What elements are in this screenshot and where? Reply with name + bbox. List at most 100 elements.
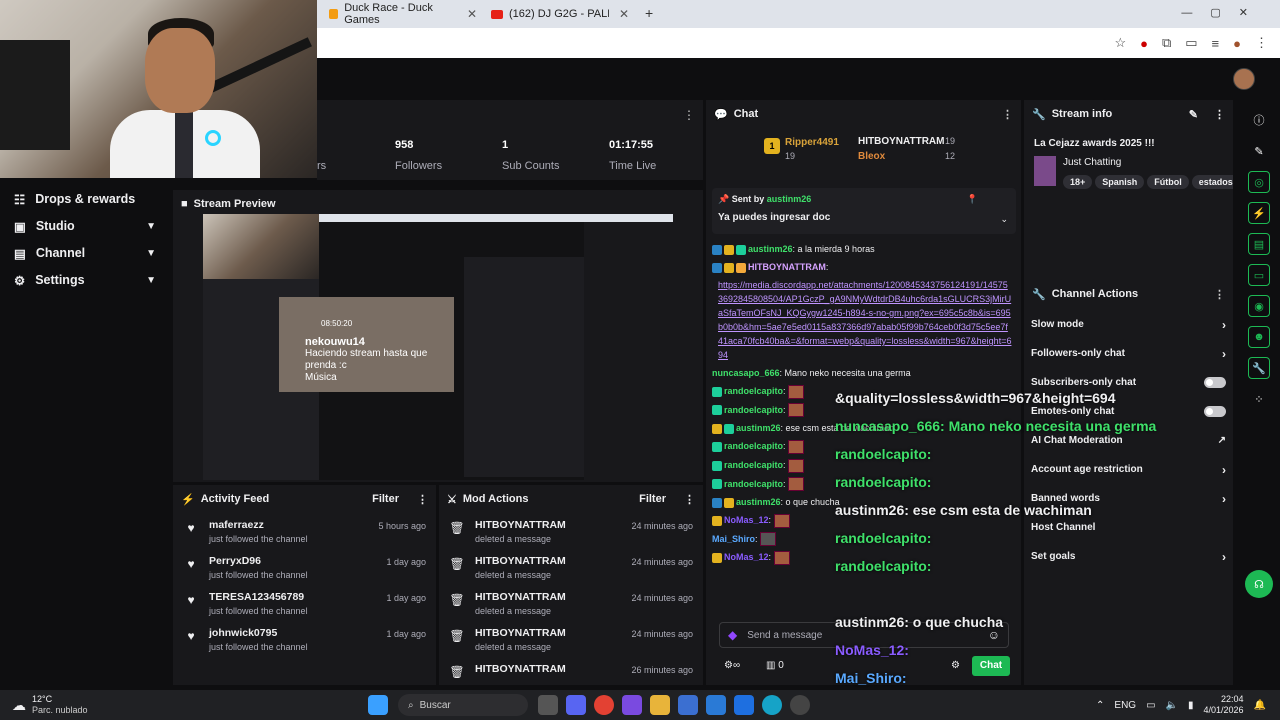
window-controls[interactable]: —▢✕ <box>1181 6 1266 19</box>
help-headset-icon[interactable]: ☊ <box>1245 570 1273 598</box>
people-icon[interactable]: ☻ <box>1248 326 1270 348</box>
stream-preview-video[interactable]: 08:50:20 <box>203 214 673 480</box>
new-tab-button[interactable]: + <box>645 5 653 21</box>
close-tab-icon[interactable]: ✕ <box>467 7 477 21</box>
close-tab-icon[interactable]: ✕ <box>619 7 629 21</box>
list-item[interactable]: ♥ johnwick0795 just followed the channel … <box>173 627 436 663</box>
set-goals-row[interactable]: Set goals › <box>1024 542 1233 571</box>
list-item[interactable]: 🗑 HITBOYNATTRAM deleted a message 24 minute… <box>439 591 703 627</box>
list-item[interactable]: ♥ PerryxD96 just followed the channel 1 d… <box>173 555 436 591</box>
info-icon[interactable]: ⓘ <box>1248 109 1270 131</box>
mod-tools-icon[interactable]: ⚙∞ <box>724 660 740 671</box>
wrench-icon[interactable]: 🔧 <box>1248 357 1270 379</box>
unpin-icon[interactable]: 📍 <box>967 194 978 205</box>
chat-message[interactable]: austinm26: a la mierda 9 horas <box>712 242 1012 256</box>
notes-icon[interactable]: ▤ <box>1248 233 1270 255</box>
weather-cloud-icon: ☁ <box>12 696 26 713</box>
nav-channel[interactable]: ▤ Channel ▼ <box>0 240 170 266</box>
bookmark-star-icon[interactable]: ☆ <box>1114 35 1126 51</box>
list-item[interactable]: ♥ maferraezz just followed the channel 5 … <box>173 519 436 555</box>
edit-icon[interactable]: ✎ <box>1248 140 1270 162</box>
chevron-down-icon[interactable]: ⌄ <box>1000 214 1008 225</box>
address-bar: ☆ ● ⧉ ▭ ≡ ● ⋮ <box>317 28 1280 58</box>
profile-avatar-icon[interactable]: ● <box>1233 36 1241 51</box>
followers-only-row[interactable]: Followers-only chat › <box>1024 339 1233 368</box>
chat-bubble-icon[interactable]: ▭ <box>1248 264 1270 286</box>
extension-opera-icon[interactable]: ● <box>1140 36 1148 51</box>
nav-drops-rewards[interactable]: ☷ Drops & rewards <box>0 186 170 212</box>
chevron-right-icon: › <box>1222 346 1226 361</box>
panel-menu-icon[interactable]: ⋮ <box>1002 108 1013 121</box>
language-indicator[interactable]: ENG <box>1114 700 1136 711</box>
chevron-up-icon[interactable]: ⌃ <box>1096 700 1104 711</box>
account-age-row[interactable]: Account age restriction › <box>1024 455 1233 484</box>
studio-icon: ▣ <box>14 219 26 234</box>
stats-menu-icon[interactable]: ⋮ <box>683 108 695 122</box>
chat-message[interactable]: nuncasapo_666: Mano neko necesita una ge… <box>712 366 1012 380</box>
trash-icon: 🗑 <box>449 629 465 643</box>
emote-picker-icon[interactable]: ☺ <box>988 628 1000 642</box>
pin-icon: 📌 <box>718 194 730 204</box>
file-explorer-icon[interactable] <box>650 695 670 715</box>
copilot-icon[interactable] <box>622 695 642 715</box>
browser-tab-duck-race[interactable]: Duck Race - Duck Games ✕ <box>323 2 483 26</box>
chat-settings-icon[interactable]: ⚙ <box>951 660 960 671</box>
leaderboard-second-name: HITBOYNATTRAM <box>858 136 945 147</box>
panel-menu-icon[interactable]: ⋮ <box>417 493 428 506</box>
pinned-message[interactable]: 📌 Sent by austinm26 Ya puedes ingresar d… <box>712 188 1016 234</box>
chat-link[interactable]: https://media.discordapp.net/attachments… <box>718 278 1012 362</box>
wrench-icon: 🔧 <box>1032 108 1046 121</box>
taskbar-search[interactable]: ⌕ Buscar <box>398 694 528 716</box>
list-item[interactable]: 🗑 HITBOYNATTRAM deleted a message 24 minute… <box>439 519 703 555</box>
clock[interactable]: 22:04 4/01/2026 <box>1204 694 1244 716</box>
battery-icon[interactable]: ▮ <box>1188 700 1194 711</box>
panel-menu-icon[interactable]: ⋮ <box>1214 108 1225 121</box>
start-windows-icon[interactable] <box>368 695 388 715</box>
cast-icon[interactable]: ▭ <box>1185 35 1197 51</box>
category-name: Just Chatting <box>1063 157 1122 168</box>
channel-actions-panel: 🔧 Channel Actions ⋮ Slow mode › Followers… <box>1024 280 1233 685</box>
panel-title: Chat <box>733 108 759 120</box>
bits-icon: ◆ <box>728 628 738 642</box>
network-icon[interactable]: ▭ <box>1146 700 1155 711</box>
trash-icon: 🗑 <box>449 521 465 535</box>
list-item[interactable]: ♥ TERESA123456789 just followed the chann… <box>173 591 436 627</box>
list-item[interactable]: 🗑 HITBOYNATTRAM deleted a message 24 minute… <box>439 627 703 663</box>
edge-icon[interactable] <box>762 695 782 715</box>
task-view-icon[interactable] <box>538 695 558 715</box>
lightning-icon[interactable]: ⚡ <box>1248 202 1270 224</box>
leaderboard-third-count: 12 <box>945 151 956 161</box>
send-chat-button[interactable]: Chat <box>972 656 1010 676</box>
volume-icon[interactable]: 🔈 <box>1166 700 1178 711</box>
nav-settings[interactable]: ⚙ Settings ▼ <box>0 267 170 293</box>
chrome-icon[interactable] <box>594 695 614 715</box>
notifications-icon[interactable]: 🔔 <box>1254 700 1266 711</box>
panel-menu-icon[interactable]: ⋮ <box>684 493 695 506</box>
outlook-icon[interactable] <box>706 695 726 715</box>
weather-widget[interactable]: ☁ 12°C Parc. nublado <box>12 694 312 716</box>
chevron-right-icon: › <box>1222 549 1226 564</box>
slow-mode-row[interactable]: Slow mode › <box>1024 310 1233 339</box>
dots-icon[interactable]: ⁘ <box>1248 388 1270 410</box>
filter-button[interactable]: Filter <box>639 493 666 505</box>
browser-menu-icon[interactable]: ⋮ <box>1255 35 1268 51</box>
media-icon[interactable]: ≡ <box>1212 36 1220 51</box>
obs-icon[interactable] <box>790 695 810 715</box>
nav-studio[interactable]: ▣ Studio ▼ <box>0 213 170 239</box>
discord-icon[interactable] <box>566 695 586 715</box>
user-avatar[interactable] <box>1233 68 1255 90</box>
overlay-chat-line: austinm26: ese csm esta de wachiman <box>835 502 1092 518</box>
emote-icon <box>760 532 777 547</box>
extensions-icon[interactable]: ⧉ <box>1162 35 1171 51</box>
store-icon[interactable] <box>678 695 698 715</box>
browser-tab-youtube[interactable]: (162) DJ G2G - PALETA X FAINT ✕ <box>485 4 635 24</box>
dropbox-icon[interactable] <box>734 695 754 715</box>
channel-points[interactable]: ▥ 0 <box>766 660 784 671</box>
filter-button[interactable]: Filter <box>372 493 399 505</box>
clip-icon[interactable]: ◎ <box>1248 171 1270 193</box>
chat-message[interactable]: HITBOYNATTRAM: <box>712 260 1012 274</box>
edit-pencil-icon[interactable]: ✎ <box>1189 108 1198 121</box>
panel-menu-icon[interactable]: ⋮ <box>1214 288 1225 301</box>
list-item[interactable]: 🗑 HITBOYNATTRAM deleted a message 24 minute… <box>439 555 703 591</box>
broadcast-icon[interactable]: ◉ <box>1248 295 1270 317</box>
